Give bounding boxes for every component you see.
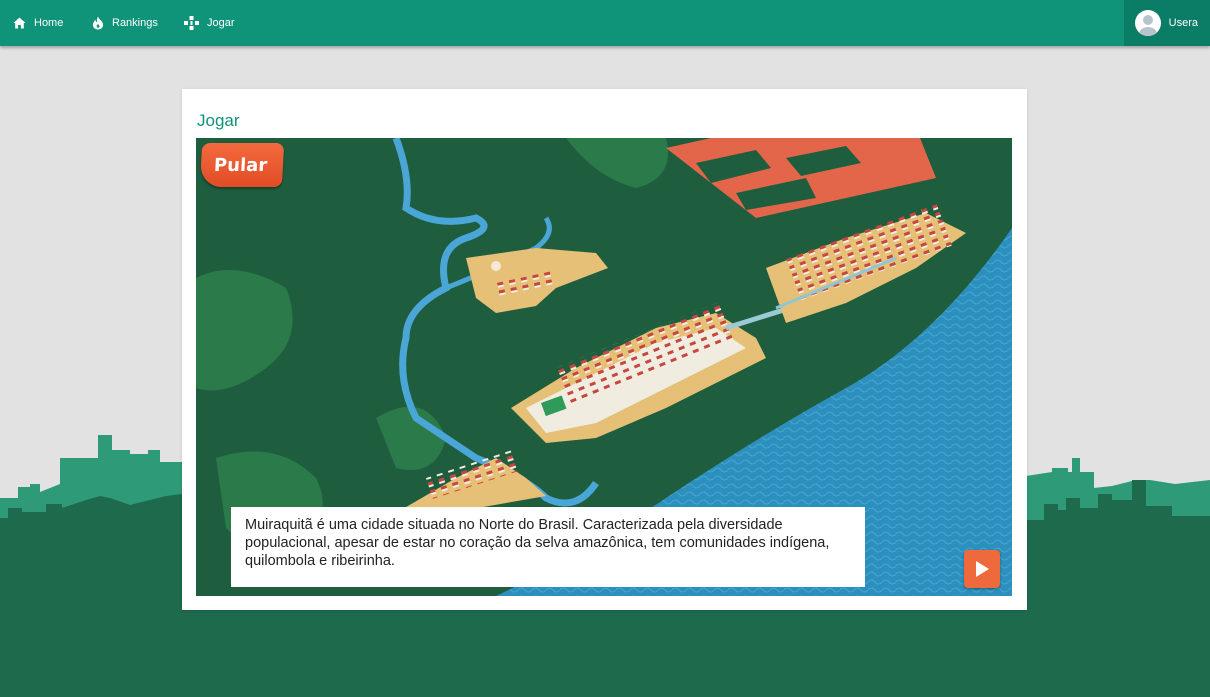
fire-icon: [92, 16, 104, 30]
user-name: Usera: [1168, 17, 1198, 29]
nav-rankings[interactable]: Rankings: [92, 0, 158, 46]
avatar-icon: [1134, 10, 1161, 36]
nav-home-label: Home: [34, 17, 64, 29]
game-frame[interactable]: Pular Muiraquitã é uma cidade situada no…: [196, 138, 1012, 596]
story-dialog-text: Muiraquitã é uma cidade situada no Norte…: [245, 517, 830, 569]
page-title: Jogar: [197, 111, 240, 130]
story-dialog: Muiraquitã é uma cidade situada no Norte…: [231, 507, 865, 587]
skip-button[interactable]: Pular: [199, 143, 285, 187]
home-icon: [13, 17, 26, 29]
play-icon: [976, 561, 989, 577]
game-card: Jogar Pular Muiraquitã é uma cidade situ…: [182, 89, 1027, 610]
nav-jogar-label: Jogar: [207, 17, 235, 29]
nav-rankings-label: Rankings: [112, 17, 158, 29]
gamepad-icon: [184, 16, 199, 30]
skip-button-label: Pular: [213, 154, 268, 176]
nav-home[interactable]: Home: [13, 0, 63, 46]
next-button[interactable]: [964, 550, 1000, 588]
top-nav-bar: Home Rankings Jogar Usera: [0, 0, 1210, 46]
user-menu[interactable]: Usera: [1124, 0, 1210, 46]
nav-jogar[interactable]: Jogar: [184, 0, 235, 46]
